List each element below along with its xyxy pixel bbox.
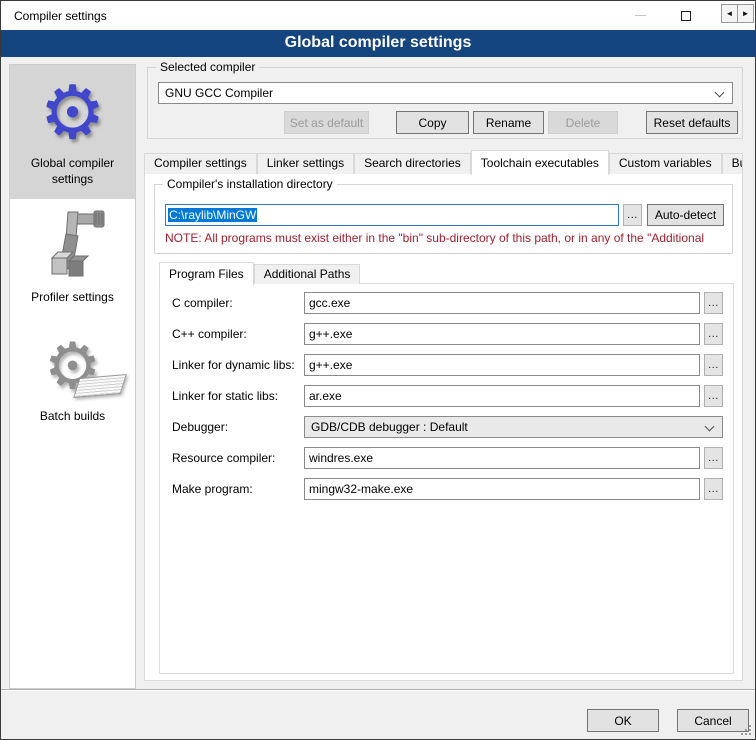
settings-tabstrip: Compiler settings Linker settings Search… — [144, 149, 743, 174]
selected-compiler-group: Selected compiler GNU GCC Compiler Set a… — [147, 67, 743, 139]
installation-directory-group-label: Compiler's installation directory — [163, 177, 337, 191]
linker-dynamic-browse-button[interactable]: ... — [704, 354, 723, 376]
resize-grip[interactable] — [741, 725, 752, 736]
arrow-left-icon: ◄ — [726, 9, 734, 18]
cpp-compiler-browse-button[interactable]: ... — [704, 323, 723, 345]
compiler-actions: Set as default Copy Rename Delete Reset … — [148, 111, 738, 134]
linker-static-browse-button[interactable]: ... — [704, 385, 723, 407]
cpp-compiler-input[interactable] — [304, 323, 700, 345]
tab-scroll-buttons: ◄ ► — [721, 4, 754, 23]
ok-button[interactable]: OK — [587, 709, 659, 732]
sidebar-item-profiler-settings[interactable]: Profiler settings — [10, 199, 135, 318]
delete-button: Delete — [548, 111, 618, 134]
sidebar-item-batch-builds[interactable]: ⚙ Batch builds — [10, 318, 135, 437]
installation-directory-browse-button[interactable]: ... — [623, 204, 642, 226]
cpp-compiler-label: C++ compiler: — [172, 327, 304, 341]
reset-defaults-button[interactable]: Reset defaults — [646, 111, 738, 134]
chevron-down-icon — [705, 422, 715, 432]
c-compiler-input[interactable] — [304, 292, 700, 314]
compiler-settings-dialog: Compiler settings Global compiler settin… — [0, 0, 756, 740]
minimize-icon — [635, 15, 646, 16]
resource-compiler-browse-button[interactable]: ... — [704, 447, 723, 469]
c-compiler-label: C compiler: — [172, 296, 304, 310]
footer-separator-highlight — [1, 690, 755, 691]
tab-scroll-left-button[interactable]: ◄ — [721, 4, 738, 23]
titlebar: Compiler settings — [1, 1, 755, 30]
debugger-label: Debugger: — [172, 420, 304, 434]
subtab-program-files[interactable]: Program Files — [159, 262, 254, 285]
page-title: Global compiler settings — [1, 30, 755, 57]
tab-scroll-right-button[interactable]: ► — [737, 4, 754, 23]
rename-button[interactable]: Rename — [473, 111, 544, 134]
toolchain-executables-panel: Compiler's installation directory C:\ray… — [144, 173, 743, 681]
c-compiler-browse-button[interactable]: ... — [704, 292, 723, 314]
subtab-additional-paths[interactable]: Additional Paths — [254, 264, 361, 284]
arrow-right-icon: ► — [742, 9, 750, 18]
set-as-default-button: Set as default — [284, 111, 369, 134]
compiler-select-value: GNU GCC Compiler — [165, 86, 273, 100]
tab-linker-settings[interactable]: Linker settings — [257, 153, 354, 174]
installation-directory-input[interactable]: C:\raylib\MinGW — [165, 204, 619, 226]
selected-compiler-group-label: Selected compiler — [156, 60, 259, 74]
linker-dynamic-input[interactable] — [304, 354, 700, 376]
note-text: NOTE: All programs must exist either in … — [165, 231, 730, 245]
linker-static-input[interactable] — [304, 385, 700, 407]
debugger-select[interactable]: GDB/CDB debugger : Default — [304, 416, 723, 438]
window-title: Compiler settings — [1, 9, 107, 23]
auto-detect-button[interactable]: Auto-detect — [647, 204, 724, 226]
maximize-icon — [681, 11, 691, 21]
chevron-down-icon — [715, 88, 725, 98]
compiler-select[interactable]: GNU GCC Compiler — [158, 82, 733, 104]
program-files-panel: C compiler: ... C++ compiler: ... Linker… — [159, 283, 734, 674]
make-program-input[interactable] — [304, 478, 700, 500]
resource-compiler-label: Resource compiler: — [172, 451, 304, 465]
installation-directory-group: Compiler's installation directory C:\ray… — [154, 184, 733, 254]
debugger-select-value: GDB/CDB debugger : Default — [311, 420, 468, 434]
selected-text: C:\raylib\MinGW — [168, 208, 257, 222]
sidebar-item-label: Profiler settings — [10, 287, 135, 318]
sidebar-item-global-compiler-settings[interactable]: ⚙ Global compiler settings — [10, 65, 135, 199]
linker-static-label: Linker for static libs: — [172, 389, 304, 403]
sidebar-item-label: Global compiler settings — [10, 153, 135, 199]
program-files-tabstrip: Program Files Additional Paths — [159, 261, 360, 284]
gear-icon: ⚙ — [39, 76, 105, 150]
minimize-button — [617, 1, 663, 30]
caliper-icon — [38, 208, 108, 286]
tab-build-options[interactable]: Build options — [722, 153, 743, 174]
tab-compiler-settings[interactable]: Compiler settings — [144, 153, 257, 174]
tab-toolchain-executables[interactable]: Toolchain executables — [471, 150, 609, 175]
tab-custom-variables[interactable]: Custom variables — [609, 153, 722, 174]
linker-dynamic-label: Linker for dynamic libs: — [172, 358, 304, 372]
tab-search-directories[interactable]: Search directories — [354, 153, 471, 174]
make-program-label: Make program: — [172, 482, 304, 496]
cancel-button[interactable]: Cancel — [677, 709, 749, 732]
maximize-button[interactable] — [663, 1, 709, 30]
make-program-browse-button[interactable]: ... — [704, 478, 723, 500]
resource-compiler-input[interactable] — [304, 447, 700, 469]
settings-category-list: ⚙ Global compiler settings — [9, 64, 136, 689]
sidebar-item-label: Batch builds — [10, 406, 135, 437]
copy-button[interactable]: Copy — [396, 111, 469, 134]
paper-stack-icon — [73, 374, 127, 398]
